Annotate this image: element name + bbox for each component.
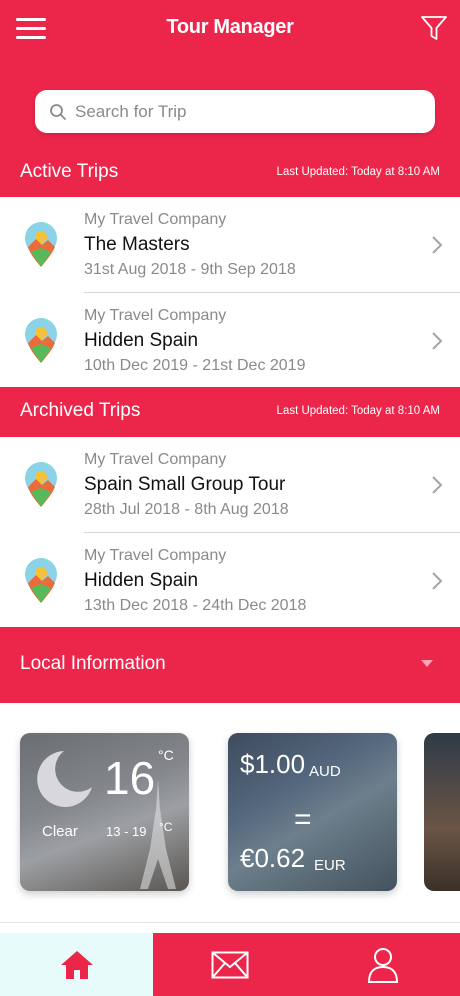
trip-name: Hidden Spain: [84, 570, 199, 591]
local-information-title: Local Information: [20, 653, 166, 674]
trip-company: My Travel Company: [84, 451, 227, 468]
trip-company: My Travel Company: [84, 211, 227, 228]
header: Tour Manager: [0, 0, 460, 162]
search-icon: [50, 103, 66, 120]
trip-row[interactable]: My Travel Company The Masters 31st Aug 2…: [0, 197, 460, 292]
weather-range-unit: °C: [159, 820, 173, 834]
divider: [0, 922, 460, 923]
trip-location-pin-icon: [25, 462, 57, 507]
caret-down-icon: [421, 660, 433, 667]
trip-dates: 31st Aug 2018 - 9th Sep 2018: [84, 261, 296, 278]
chevron-right-icon: [432, 572, 443, 590]
trip-name: Hidden Spain: [84, 330, 199, 351]
trip-company: My Travel Company: [84, 547, 227, 564]
mail-icon: [211, 951, 248, 978]
weather-temperature: 16: [104, 752, 156, 804]
active-trips-title: Active Trips: [20, 161, 119, 182]
currency-to-code: EUR: [314, 857, 346, 874]
search-input[interactable]: [75, 101, 405, 122]
trip-dates: 10th Dec 2019 - 21st Dec 2019: [84, 357, 306, 374]
moon-icon: [37, 751, 92, 807]
home-icon: [60, 950, 93, 979]
active-trips-header: Active Trips Last Updated: Today at 8:10…: [0, 148, 460, 198]
trip-name: Spain Small Group Tour: [84, 474, 286, 495]
trip-row[interactable]: My Travel Company Hidden Spain 10th Dec …: [0, 293, 460, 388]
trip-name: The Masters: [84, 234, 190, 255]
trip-row[interactable]: My Travel Company Hidden Spain 13th Dec …: [0, 533, 460, 628]
currency-from-code: AUD: [309, 763, 341, 780]
chevron-right-icon: [432, 332, 443, 350]
archived-trips-header: Archived Trips Last Updated: Today at 8:…: [0, 387, 460, 437]
active-trips-last-updated: Last Updated: Today at 8:10 AM: [276, 166, 440, 178]
info-card-partial[interactable]: [424, 733, 460, 891]
filter-icon[interactable]: [420, 14, 448, 42]
trip-dates: 13th Dec 2018 - 24th Dec 2018: [84, 597, 307, 614]
currency-to-amount: €0.62: [240, 843, 306, 873]
search-bar[interactable]: [35, 90, 435, 133]
bottom-tab-bar: [0, 933, 460, 996]
trip-row[interactable]: My Travel Company Spain Small Group Tour…: [0, 437, 460, 532]
weather-card[interactable]: 16 °C Clear 13 - 19 °C: [20, 733, 189, 891]
trip-location-pin-icon: [25, 222, 57, 267]
currency-equals: =: [294, 803, 312, 836]
archived-trips-title: Archived Trips: [20, 400, 141, 421]
local-information-toggle[interactable]: Local Information: [0, 627, 460, 703]
tab-home[interactable]: [0, 933, 153, 996]
currency-card[interactable]: $1.00 AUD = €0.62 EUR: [228, 733, 397, 891]
trip-company: My Travel Company: [84, 307, 227, 324]
weather-range: 13 - 19: [106, 824, 147, 839]
chevron-right-icon: [432, 236, 443, 254]
trip-dates: 28th Jul 2018 - 8th Aug 2018: [84, 501, 289, 518]
trip-location-pin-icon: [25, 318, 57, 363]
profile-icon: [367, 947, 399, 983]
tab-messages[interactable]: [153, 933, 306, 996]
app-title: Tour Manager: [166, 16, 294, 38]
chevron-right-icon: [432, 476, 443, 494]
archived-trips-last-updated: Last Updated: Today at 8:10 AM: [276, 405, 440, 417]
tab-profile[interactable]: [306, 933, 460, 996]
weather-temperature-unit: °C: [158, 747, 174, 763]
weather-condition: Clear: [42, 823, 78, 840]
trip-location-pin-icon: [25, 558, 57, 603]
currency-from-amount: $1.00: [240, 749, 306, 779]
